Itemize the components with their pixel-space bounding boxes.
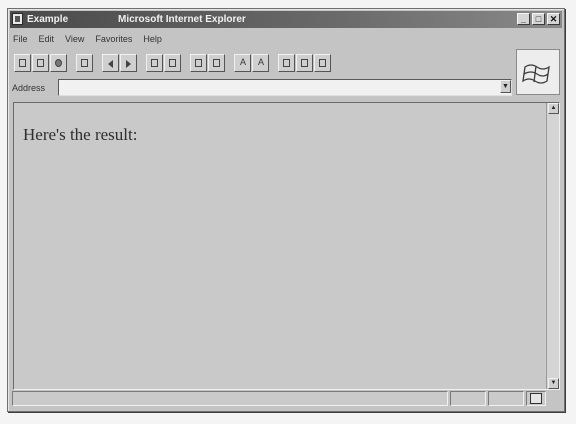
window-title-app: Microsoft Internet Explorer xyxy=(118,14,246,25)
status-security-pane xyxy=(488,391,524,406)
status-zone-pane xyxy=(526,391,546,406)
favorites-button[interactable] xyxy=(190,54,207,72)
history-button[interactable] xyxy=(208,54,225,72)
back-button[interactable] xyxy=(102,54,119,72)
address-dropdown-button[interactable]: ▼ xyxy=(500,80,511,93)
minimize-icon: _ xyxy=(520,14,526,24)
resize-grip[interactable] xyxy=(548,396,560,408)
scroll-down-icon: ▼ xyxy=(550,380,557,386)
windows-logo-icon xyxy=(522,64,550,84)
scroll-up-icon: ▲ xyxy=(550,105,557,111)
minimize-button[interactable]: _ xyxy=(517,13,530,25)
cut-button[interactable] xyxy=(278,54,295,72)
toolbar-group-folders xyxy=(190,54,225,72)
open-button[interactable] xyxy=(14,54,31,72)
vertical-scrollbar[interactable]: ▲ ▼ xyxy=(546,103,559,389)
scroll-up-button[interactable]: ▲ xyxy=(548,103,559,114)
stop-button[interactable] xyxy=(76,54,93,72)
address-input[interactable] xyxy=(58,79,512,96)
menu-view[interactable]: View xyxy=(64,31,85,47)
toolbar-group-edit xyxy=(76,54,93,72)
toolbar-group-page xyxy=(146,54,181,72)
title-bar[interactable]: Example Microsoft Internet Explorer _ □ … xyxy=(10,11,562,28)
close-icon: ✕ xyxy=(549,14,558,24)
toolbar-group-font xyxy=(234,54,269,72)
font-smaller-button[interactable] xyxy=(234,54,251,72)
paste-button[interactable] xyxy=(314,54,331,72)
menu-edit[interactable]: Edit xyxy=(38,31,56,47)
menu-help[interactable]: Help xyxy=(142,31,163,47)
toolbar-group-file xyxy=(14,54,67,72)
menu-bar: File Edit View Favorites Help xyxy=(12,31,163,47)
browser-window: Example Microsoft Internet Explorer _ □ … xyxy=(7,8,565,412)
menu-file[interactable]: File xyxy=(12,31,29,47)
window-title-document: Example xyxy=(27,14,69,25)
scroll-down-button[interactable]: ▼ xyxy=(548,378,559,389)
status-progress-pane xyxy=(450,391,486,406)
window-controls: _ □ ✕ xyxy=(517,13,560,25)
home-button[interactable] xyxy=(164,54,181,72)
status-message-pane xyxy=(12,391,448,406)
font-larger-button[interactable] xyxy=(252,54,269,72)
page-content: Here's the result: ▲ ▼ xyxy=(13,102,560,390)
app-icon[interactable] xyxy=(12,13,23,25)
maximize-icon: □ xyxy=(535,14,542,24)
copy-button[interactable] xyxy=(296,54,313,72)
status-bar xyxy=(12,391,560,408)
toolbar-group-nav xyxy=(102,54,137,72)
search-button[interactable] xyxy=(50,54,67,72)
windows-logo xyxy=(516,49,560,95)
page-text: Here's the result: xyxy=(23,125,138,144)
address-bar: Address ▼ xyxy=(12,79,512,97)
forward-button[interactable] xyxy=(120,54,137,72)
close-button[interactable]: ✕ xyxy=(547,13,560,25)
zone-icon xyxy=(530,393,542,404)
address-label: Address xyxy=(12,83,46,93)
print-button[interactable] xyxy=(32,54,49,72)
menu-favorites[interactable]: Favorites xyxy=(94,31,133,47)
refresh-button[interactable] xyxy=(146,54,163,72)
toolbar-group-clipboard xyxy=(278,54,331,72)
dropdown-icon: ▼ xyxy=(502,83,509,90)
maximize-button[interactable]: □ xyxy=(532,13,545,25)
toolbar xyxy=(14,52,340,74)
